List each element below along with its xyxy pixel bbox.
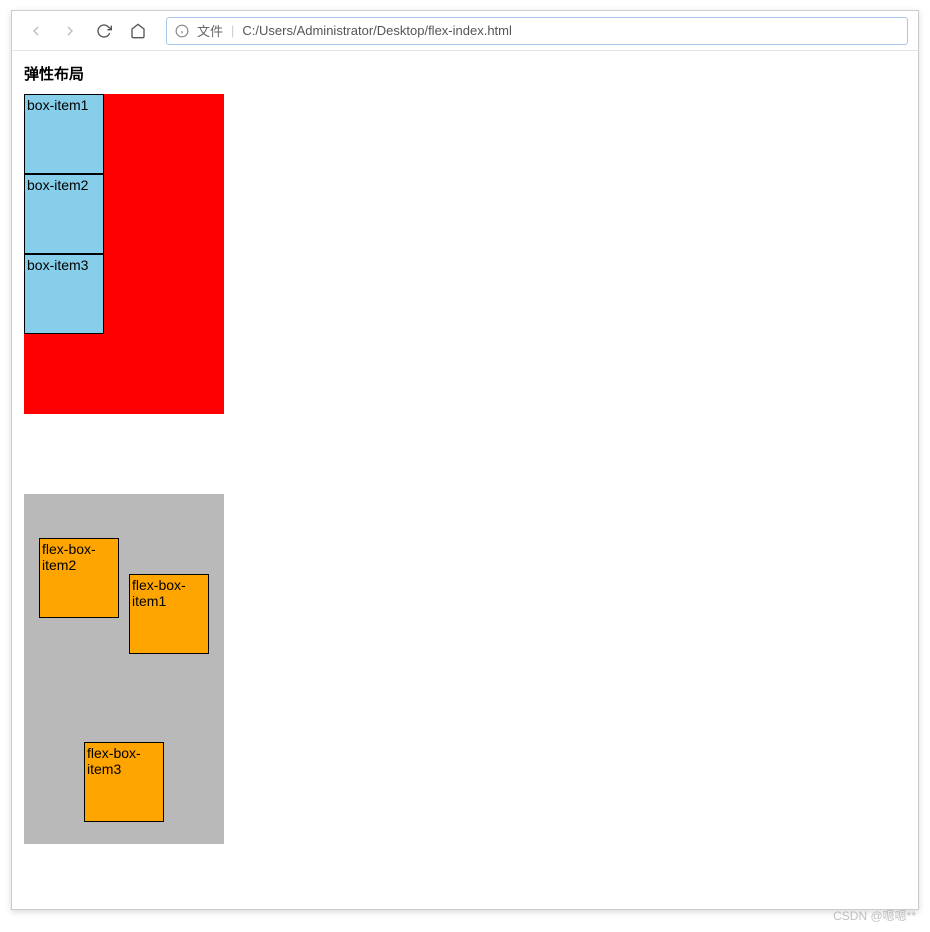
home-button[interactable] [124,17,152,45]
back-button[interactable] [22,17,50,45]
refresh-button[interactable] [90,17,118,45]
browser-toolbar: 文件 | C:/Users/Administrator/Desktop/flex… [12,11,918,51]
flex-box-item: flex-box-item3 [84,742,164,822]
watermark: CSDN @嗯嗯** [833,907,916,924]
flex-box-container: flex-box-item2 flex-box-item1 flex-box-i… [24,494,224,844]
box-container: box-item1 box-item2 box-item3 [24,94,224,414]
flex-box-item: flex-box-item2 [39,538,119,618]
address-divider: | [231,23,234,38]
file-label: 文件 [197,21,223,40]
box-item: box-item1 [24,94,104,174]
forward-button[interactable] [56,17,84,45]
box-item: box-item2 [24,174,104,254]
url-text: C:/Users/Administrator/Desktop/flex-inde… [242,23,511,38]
address-bar[interactable]: 文件 | C:/Users/Administrator/Desktop/flex… [166,17,908,45]
page-content: 弹性布局 box-item1 box-item2 box-item3 flex-… [12,51,918,909]
box-item: box-item3 [24,254,104,334]
page-title: 弹性布局 [24,63,906,84]
browser-window: 文件 | C:/Users/Administrator/Desktop/flex… [11,10,919,910]
info-icon [175,24,189,38]
flex-box-item: flex-box-item1 [129,574,209,654]
